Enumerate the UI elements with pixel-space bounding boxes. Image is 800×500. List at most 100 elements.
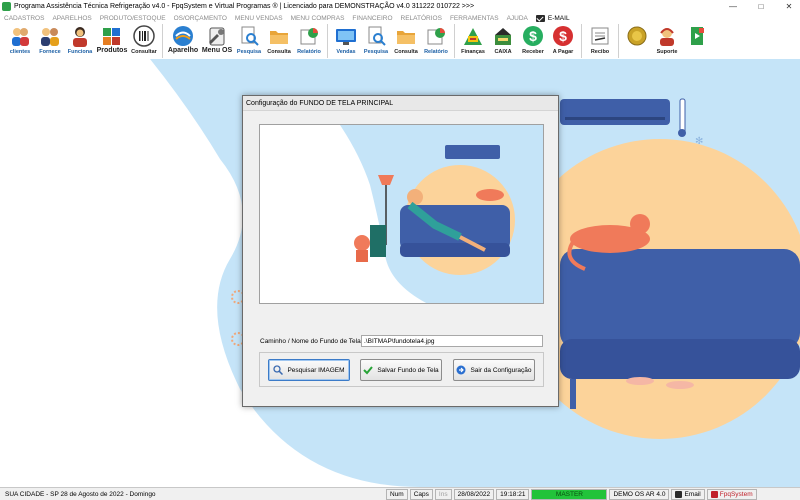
menu-relatorios[interactable]: RELATÓRIOS: [401, 15, 442, 22]
wallpaper-preview: [259, 124, 544, 304]
products-icon: [103, 28, 120, 45]
maximize-button[interactable]: □: [754, 2, 768, 11]
fornece-button[interactable]: Fornece: [35, 23, 65, 59]
dialog-title-bar[interactable]: Configuração do FUNDO DE TELA PRINCIPAL: [243, 96, 558, 111]
minimize-button[interactable]: —: [726, 2, 740, 11]
menu-email[interactable]: E-MAIL: [535, 14, 570, 22]
status-num: Num: [386, 488, 408, 500]
coin-button[interactable]: [622, 23, 652, 59]
pesquisa-button-2[interactable]: Pesquisa: [361, 23, 391, 59]
barcode-icon: [133, 25, 155, 47]
search-image-label: Pesquisar IMAGEM: [287, 366, 345, 374]
aparelho-button[interactable]: Aparelho: [166, 23, 200, 59]
suppliers-icon: [41, 28, 59, 46]
fpqsystem-icon: [710, 490, 718, 498]
close-button[interactable]: ✕: [782, 2, 796, 11]
folder-icon: [397, 31, 415, 44]
menu-os-orcamento[interactable]: OS/ORÇAMENTO: [174, 15, 227, 22]
magnifier-icon: [273, 365, 284, 375]
relatorio-button-1[interactable]: Relatório: [294, 23, 324, 59]
funciona-label: Funciona: [67, 49, 93, 55]
receber-button[interactable]: $ Receber: [518, 23, 548, 59]
app-icon: [2, 2, 11, 11]
financas-label: Finanças: [461, 49, 485, 55]
relatorio-button-2[interactable]: Relatório: [421, 23, 451, 59]
path-label: Caminho / Nome do Fundo de Tela: [260, 338, 361, 345]
wallpaper-preview-image: [260, 125, 543, 303]
status-email[interactable]: Email: [671, 488, 705, 500]
exit-config-label: Sair da Configuração: [470, 366, 532, 374]
suporte-label: Suporte: [656, 49, 678, 55]
toolbar-separator: [162, 24, 163, 58]
report-icon: [427, 28, 445, 45]
menu-email-label: E-MAIL: [547, 14, 570, 22]
produtos-label: Produtos: [96, 47, 128, 54]
monitor-icon: [336, 29, 356, 45]
pesquisa-label-2: Pesquisa: [363, 49, 389, 55]
status-caps: Caps: [409, 488, 433, 500]
menu-ferramentas[interactable]: FERRAMENTAS: [450, 15, 499, 22]
caixa-button[interactable]: CAIXA: [488, 23, 518, 59]
exit-config-button[interactable]: Sair da Configuração: [453, 359, 535, 381]
status-email-label: Email: [684, 490, 701, 498]
employees-icon: [73, 27, 87, 47]
path-input[interactable]: .\BITMAP\fundotela4.jpg: [361, 335, 543, 347]
menu-ajuda[interactable]: AJUDA: [507, 15, 528, 22]
checkmark-icon: [363, 366, 374, 375]
produtos-button[interactable]: Produtos: [95, 23, 129, 59]
exit-icon: [691, 27, 704, 45]
apagar-button[interactable]: $ A Pagar: [548, 23, 578, 59]
menu-aparelhos[interactable]: APARELHOS: [52, 15, 91, 22]
status-master-badge: MASTER: [531, 488, 608, 500]
apagar-label: A Pagar: [552, 49, 574, 55]
menu-compras[interactable]: MENU COMPRAS: [291, 15, 345, 22]
title-bar: Programa Assistência Técnica Refrigeraçã…: [0, 0, 800, 13]
aparelho-label: Aparelho: [167, 47, 199, 54]
toolbar-separator: [581, 24, 582, 58]
window-controls: — □ ✕: [726, 0, 796, 13]
suporte-button[interactable]: Suporte: [652, 23, 682, 59]
save-wallpaper-label: Salvar Fundo de Tela: [377, 366, 439, 374]
save-wallpaper-button[interactable]: Salvar Fundo de Tela: [360, 359, 442, 381]
dollar-red-icon: $: [553, 26, 573, 46]
menu-os-label: Menu OS: [201, 47, 233, 54]
window-title: Programa Assistência Técnica Refrigeraçã…: [14, 3, 475, 10]
consultar-button[interactable]: Consultar: [129, 23, 159, 59]
wallpaper-config-dialog: Configuração do FUNDO DE TELA PRINCIPAL …: [242, 95, 559, 407]
finance-icon: [464, 28, 482, 45]
consulta-button-1[interactable]: Consulta: [264, 23, 294, 59]
search-image-button[interactable]: Pesquisar IMAGEM: [268, 359, 350, 381]
funciona-button[interactable]: Funciona: [65, 23, 95, 59]
pesquisa-button-1[interactable]: Pesquisa: [234, 23, 264, 59]
search-doc-icon: [241, 26, 259, 46]
financas-button[interactable]: Finanças: [458, 23, 488, 59]
relatorio-label-2: Relatório: [424, 49, 448, 55]
exit-circle-icon: [456, 365, 466, 375]
vendas-label: Vendas: [336, 49, 356, 55]
menu-vendas[interactable]: MENU VENDAS: [235, 15, 283, 22]
status-fpqsystem[interactable]: FpqSystem: [706, 488, 757, 500]
clientes-button[interactable]: clientes: [5, 23, 35, 59]
menu-cadastros[interactable]: CADASTROS: [4, 15, 44, 22]
menu-produto-estoque[interactable]: PRODUTO/ESTOQUE: [100, 15, 166, 22]
toolbar-separator: [454, 24, 455, 58]
toolbar-separator: [327, 24, 328, 58]
recibo-button[interactable]: Recibo: [585, 23, 615, 59]
menu-financeiro[interactable]: FINANCEIRO: [352, 15, 392, 22]
dollar-green-icon: $: [523, 26, 543, 46]
service-order-icon: [209, 27, 225, 46]
appliance-icon: [173, 26, 193, 46]
cash-register-icon: [495, 28, 511, 45]
consulta-button-2[interactable]: Consulta: [391, 23, 421, 59]
recibo-label: Recibo: [590, 49, 610, 55]
folder-icon: [270, 31, 288, 44]
clients-icon: [12, 28, 29, 46]
menu-os-button[interactable]: Menu OS: [200, 23, 234, 59]
exit-button[interactable]: [682, 23, 712, 59]
status-time: 19:18:21: [496, 488, 530, 500]
status-city-date: SUA CIDADE - SP 28 de Agosto de 2022 - D…: [5, 490, 156, 498]
pesquisa-label-1: Pesquisa: [236, 49, 262, 55]
support-icon: [660, 28, 674, 46]
vendas-button[interactable]: Vendas: [331, 23, 361, 59]
menu-bar: CADASTROS APARELHOS PRODUTO/ESTOQUE OS/O…: [0, 13, 800, 23]
